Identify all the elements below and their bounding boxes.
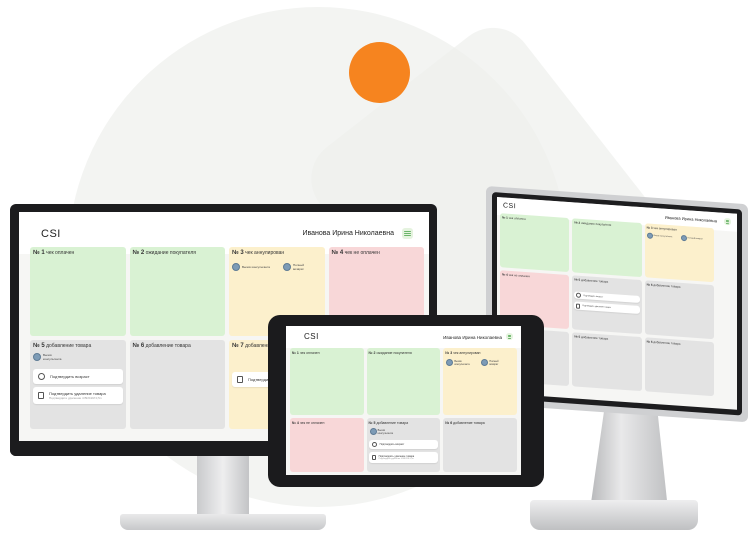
tile-number: № 5 [33,343,45,349]
return-icon [283,263,291,271]
tile-status: чек аннулирован [245,250,285,256]
consultant-icon [369,428,377,435]
consultant-icon [646,232,653,239]
app-logo: CSI [41,228,61,240]
tile-number: № 4 [331,250,344,256]
user-name: Иванова Ирина Николаевна [302,230,394,237]
checkout-tile[interactable]: № 2 ожидание покупателя [572,218,642,278]
terminal-stand [590,400,668,510]
return-icon [680,234,687,242]
user-name: Иванова Ирина Николаевна [664,214,717,224]
monitor-base [120,514,326,530]
confirm-icon [38,373,45,380]
call-consultant-button[interactable]: Вызов консультанта [369,428,398,435]
checkout-tile[interactable]: № 6 добавление товара [644,337,714,397]
tile-number: № 6 [132,343,145,349]
checkout-tile[interactable]: № 2 ожидание покупателя [366,348,441,415]
checkout-tile[interactable]: № 3 чек аннулирован Вызов консультанта П… [644,223,714,283]
tile-status: добавление товара [46,343,92,349]
menu-icon[interactable] [724,217,731,226]
tile-status: ожидание покупателя [145,250,196,256]
call-consultant-button[interactable]: Вызов консультанта [232,263,270,271]
checkout-tile[interactable]: № 2 ожидание покупателя [129,247,225,336]
consultant-icon [232,263,240,271]
call-consultant-button[interactable]: Вызов консультанта [646,232,672,240]
call-consultant-button[interactable]: Вызов консультанта [33,353,63,361]
tile-number: № 2 [132,250,145,256]
orange-accent-dot [349,42,410,103]
trash-icon [38,392,44,399]
checkout-tile[interactable]: № 4 чек не оплачен [290,418,364,472]
checkout-tile[interactable]: № 6 добавление товара [129,340,225,429]
confirm-age-button[interactable]: Подтвердить возраст [33,369,123,384]
confirm-icon [371,442,377,447]
confirm-delete-button[interactable]: Подтвердить удаление товара [574,301,640,314]
tile-number: № 3 [232,250,244,256]
checkout-tile[interactable]: № 1 чек оплачен [500,213,570,273]
app-logo: CSI [503,202,517,211]
confirm-age-button[interactable]: Подтвердить возраст [368,440,439,449]
consultant-icon [446,359,454,366]
checkout-tile[interactable]: № 1 чек оплачен [30,247,126,336]
confirm-delete-button[interactable]: Подтвердить удаление товара Подтвердите у… [368,452,439,463]
tile-status: чек оплачен [46,250,75,256]
full-return-button[interactable]: Полный возврат [481,359,505,366]
consultant-icon [33,353,41,361]
menu-icon[interactable] [506,333,513,340]
monitor-stand [197,456,249,518]
tile-status: чек не оплачен [344,250,380,256]
trash-icon [576,303,581,309]
checkout-tile[interactable]: № 5 добавление товара Вызов консультанта… [366,418,441,472]
menu-icon[interactable] [402,228,413,239]
checkout-tile[interactable]: № 6 добавление товара [443,418,517,472]
trash-icon [371,455,376,460]
terminal-base [530,500,698,530]
app-header: CSI Иванова Ирина Николаевна [286,326,521,348]
trash-icon [237,376,243,383]
checkout-tile[interactable]: № 3 чек аннулирован Вызов консультанта П… [443,348,517,415]
tile-status: добавление товара [145,343,191,349]
checkout-grid: № 1 чек оплачен № 2 ожидание покупателя … [290,348,517,472]
tablet-screen: CSI Иванова Ирина Николаевна № 1 чек опл… [286,326,521,475]
checkout-tile[interactable]: № 6 добавление товара [644,280,714,340]
checkout-tile[interactable]: № 1 чек оплачен [290,348,364,415]
checkout-tile[interactable]: № 5 добавление товара Подтвердить возрас… [572,275,642,335]
app-logo: CSI [304,332,319,341]
full-return-button[interactable]: Полный возврат [283,263,309,271]
checkout-tile[interactable]: № 5 добавление товара [572,332,642,392]
confirm-delete-button[interactable]: Подтвердить удаление товара Подтвердите у… [33,387,123,404]
confirm-icon [576,292,582,298]
call-consultant-button[interactable]: Вызов консультанта [446,359,474,366]
checkout-tile[interactable]: № 5 добавление товара Вызов консультанта… [30,340,126,429]
user-name: Иванова Ирина Николаевна [443,335,502,340]
tile-number: № 1 [33,250,45,256]
tile-number: № 7 [232,343,244,349]
return-icon [481,359,489,366]
full-return-button[interactable]: Полный возврат [680,234,703,243]
